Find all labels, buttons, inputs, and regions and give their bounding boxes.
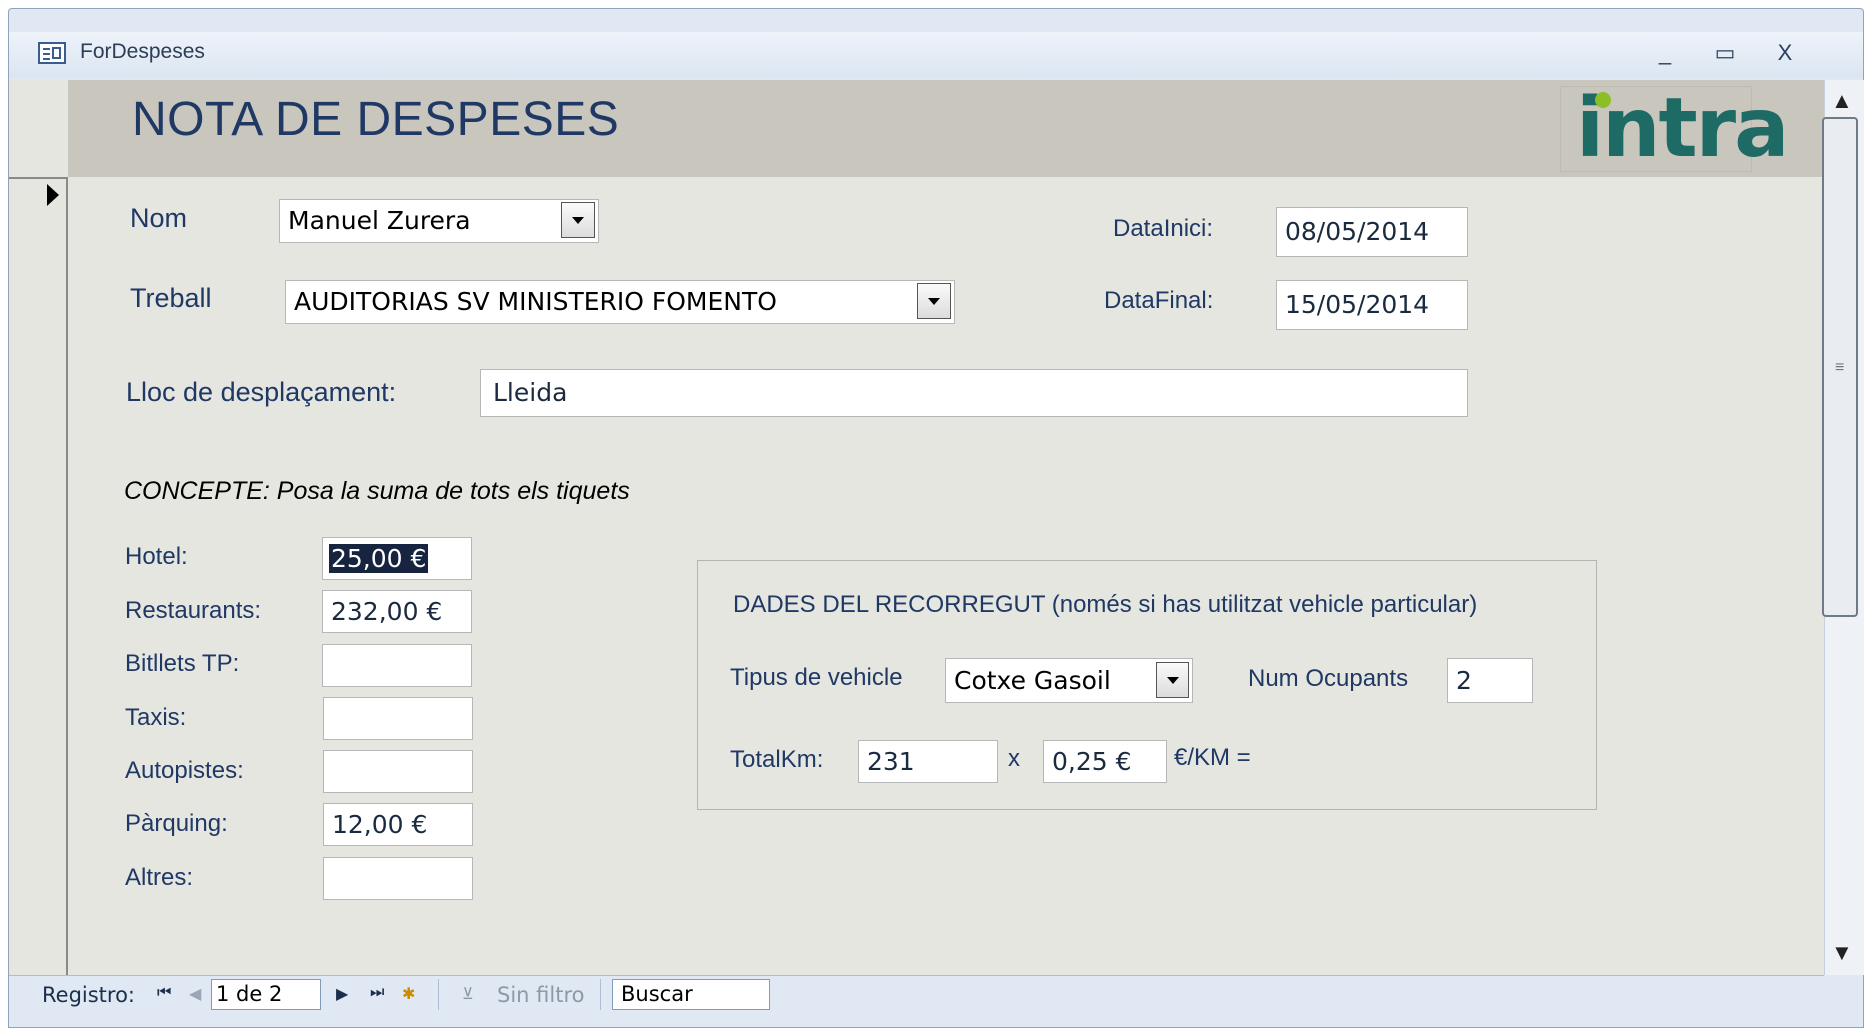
num-ocupants-label: Num Ocupants bbox=[1248, 665, 1409, 692]
totalkm-field[interactable]: 231 bbox=[858, 740, 998, 783]
treball-label: Treball bbox=[130, 283, 212, 313]
treball-combobox[interactable]: AUDITORIAS SV MINISTERIO FOMENTO bbox=[285, 280, 955, 324]
hotel-field[interactable]: 25,00 € bbox=[322, 537, 472, 580]
hotel-label: Hotel: bbox=[125, 543, 188, 570]
concepte-heading: CONCEPTE: Posa la suma de tots els tique… bbox=[124, 477, 630, 505]
filter-icon: ⊻ bbox=[462, 986, 474, 1003]
restaurants-label: Restaurants: bbox=[125, 597, 262, 624]
autopistes-field[interactable] bbox=[323, 750, 473, 793]
autopistes-label: Autopistes: bbox=[125, 757, 244, 784]
grip-icon: ≡ bbox=[1835, 359, 1845, 376]
separator bbox=[600, 979, 601, 1010]
data-final-field[interactable]: 15/05/2014 bbox=[1276, 280, 1468, 330]
registro-label: Registro: bbox=[42, 983, 136, 1007]
per-km-label: €/KM = bbox=[1174, 744, 1251, 771]
tipus-vehicle-label: Tipus de vehicle bbox=[730, 664, 903, 691]
lloc-field[interactable]: Lleida bbox=[480, 369, 1468, 417]
price-per-km-field[interactable]: 0,25 € bbox=[1043, 740, 1167, 783]
last-record-icon[interactable]: ⏭ bbox=[370, 984, 384, 1002]
maximize-button[interactable]: ▭ bbox=[1705, 36, 1745, 70]
page-title: NOTA DE DESPESES bbox=[132, 93, 620, 146]
previous-record-icon[interactable]: ◀ bbox=[189, 984, 201, 1004]
taxis-label: Taxis: bbox=[125, 704, 187, 731]
parquing-field[interactable]: 12,00 € bbox=[323, 803, 473, 846]
data-final-label: DataFinal: bbox=[1104, 287, 1214, 314]
multiply-sign: x bbox=[1008, 745, 1020, 772]
scroll-down-icon[interactable]: ▼ bbox=[1831, 940, 1853, 966]
first-record-icon[interactable]: ⏮ bbox=[157, 984, 171, 1002]
altres-label: Altres: bbox=[125, 864, 194, 891]
scroll-up-icon[interactable]: ▲ bbox=[1831, 88, 1853, 114]
num-ocupants-field[interactable]: 2 bbox=[1447, 658, 1533, 703]
close-button[interactable]: X bbox=[1765, 36, 1805, 70]
title-bar[interactable] bbox=[9, 32, 1863, 78]
new-record-icon[interactable]: ✱ bbox=[402, 984, 415, 1004]
tipus-vehicle-dropdown-icon[interactable] bbox=[1156, 662, 1189, 698]
data-inici-field[interactable]: 08/05/2014 bbox=[1276, 207, 1468, 257]
next-record-icon[interactable]: ▶ bbox=[336, 984, 348, 1004]
current-record-arrow-icon bbox=[47, 184, 59, 206]
bitllets-label: Bitllets TP: bbox=[125, 650, 240, 677]
search-input[interactable]: Buscar bbox=[612, 979, 770, 1010]
filter-status[interactable]: Sin filtro bbox=[497, 983, 584, 1007]
form-icon bbox=[38, 42, 66, 64]
totalkm-label: TotalKm: bbox=[730, 746, 824, 773]
minimize-button[interactable]: _ bbox=[1645, 36, 1685, 70]
data-inici-label: DataInici: bbox=[1113, 215, 1214, 242]
parquing-label: Pàrquing: bbox=[125, 810, 228, 837]
record-selector[interactable] bbox=[9, 177, 68, 975]
treball-dropdown-icon[interactable] bbox=[917, 283, 951, 319]
logo-dot-icon bbox=[1595, 92, 1611, 108]
window-title: ForDespeses bbox=[80, 40, 205, 63]
nom-combobox[interactable]: Manuel Zurera bbox=[279, 199, 599, 243]
restaurants-field[interactable]: 232,00 € bbox=[322, 590, 472, 633]
current-record-input[interactable]: 1 de 2 bbox=[211, 979, 321, 1010]
separator bbox=[438, 979, 439, 1010]
bitllets-field[interactable] bbox=[322, 644, 472, 687]
recorregut-heading: DADES DEL RECORREGUT (només si has utili… bbox=[733, 591, 1478, 618]
nom-dropdown-icon[interactable] bbox=[561, 202, 595, 238]
taxis-field[interactable] bbox=[323, 697, 473, 740]
nom-label: Nom bbox=[130, 203, 188, 233]
altres-field[interactable] bbox=[323, 857, 473, 900]
lloc-label: Lloc de desplaçament: bbox=[126, 377, 397, 407]
hotel-value: 25,00 € bbox=[329, 544, 429, 573]
